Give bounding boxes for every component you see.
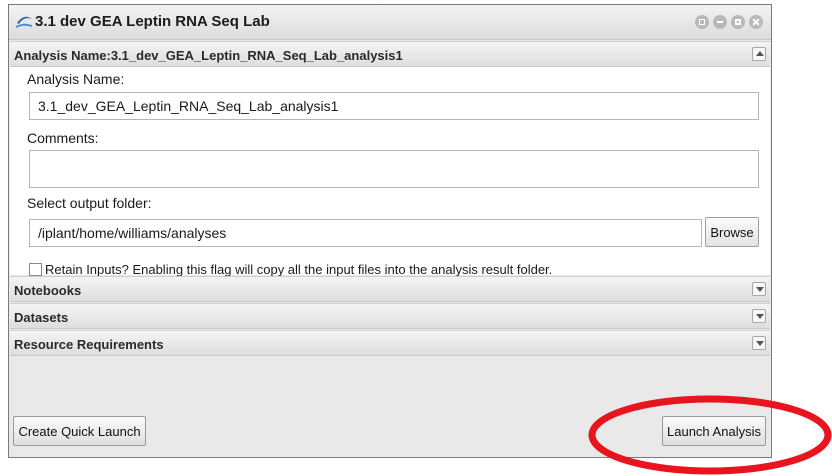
expand-down-icon[interactable] <box>752 282 766 296</box>
app-logo-icon <box>16 16 32 28</box>
output-folder-input[interactable]: /iplant/home/williams/analyses <box>29 219 702 247</box>
retain-inputs-label: Retain Inputs? Enabling this flag will c… <box>45 262 553 277</box>
launch-analysis-button[interactable]: Launch Analysis <box>662 416 766 446</box>
comments-label: Comments: <box>27 130 99 146</box>
browse-button[interactable]: Browse <box>705 217 759 247</box>
output-folder-label: Select output folder: <box>27 195 152 211</box>
analysis-name-input[interactable]: 3.1_dev_GEA_Leptin_RNA_Seq_Lab_analysis1 <box>29 92 759 120</box>
analysis-section-header[interactable]: Analysis Name:3.1_dev_GEA_Leptin_RNA_Seq… <box>10 41 770 67</box>
resources-section-title: Resource Requirements <box>14 337 164 352</box>
retain-inputs-checkbox[interactable] <box>29 263 42 276</box>
datasets-section-title: Datasets <box>14 310 69 325</box>
resources-section-header[interactable]: Resource Requirements <box>10 330 770 356</box>
grid-icon[interactable] <box>695 15 709 29</box>
minimize-icon[interactable] <box>713 15 727 29</box>
create-quick-launch-button[interactable]: Create Quick Launch <box>13 416 146 446</box>
window-titlebar[interactable]: 3.1 dev GEA Leptin RNA Seq Lab <box>9 5 771 40</box>
window-controls <box>695 15 763 29</box>
app-launch-window: 3.1 dev GEA Leptin RNA Seq Lab Analysis … <box>8 4 772 458</box>
expand-down-icon[interactable] <box>752 309 766 323</box>
analysis-name-label: Analysis Name: <box>27 71 125 87</box>
expand-down-icon[interactable] <box>752 336 766 350</box>
close-icon[interactable] <box>749 15 763 29</box>
maximize-icon[interactable] <box>731 15 745 29</box>
collapse-up-icon[interactable] <box>752 47 766 61</box>
analysis-section-body: Analysis Name: 3.1_dev_GEA_Leptin_RNA_Se… <box>10 67 770 277</box>
notebooks-section-title: Notebooks <box>14 283 82 298</box>
comments-textarea[interactable] <box>29 150 759 188</box>
output-folder-value: /iplant/home/williams/analyses <box>38 225 227 241</box>
window-title: 3.1 dev GEA Leptin RNA Seq Lab <box>35 13 270 30</box>
datasets-section-header[interactable]: Datasets <box>10 303 770 329</box>
analysis-section-title: Analysis Name:3.1_dev_GEA_Leptin_RNA_Seq… <box>14 48 403 63</box>
notebooks-section-header[interactable]: Notebooks <box>10 276 770 302</box>
analysis-name-value: 3.1_dev_GEA_Leptin_RNA_Seq_Lab_analysis1 <box>38 98 339 114</box>
